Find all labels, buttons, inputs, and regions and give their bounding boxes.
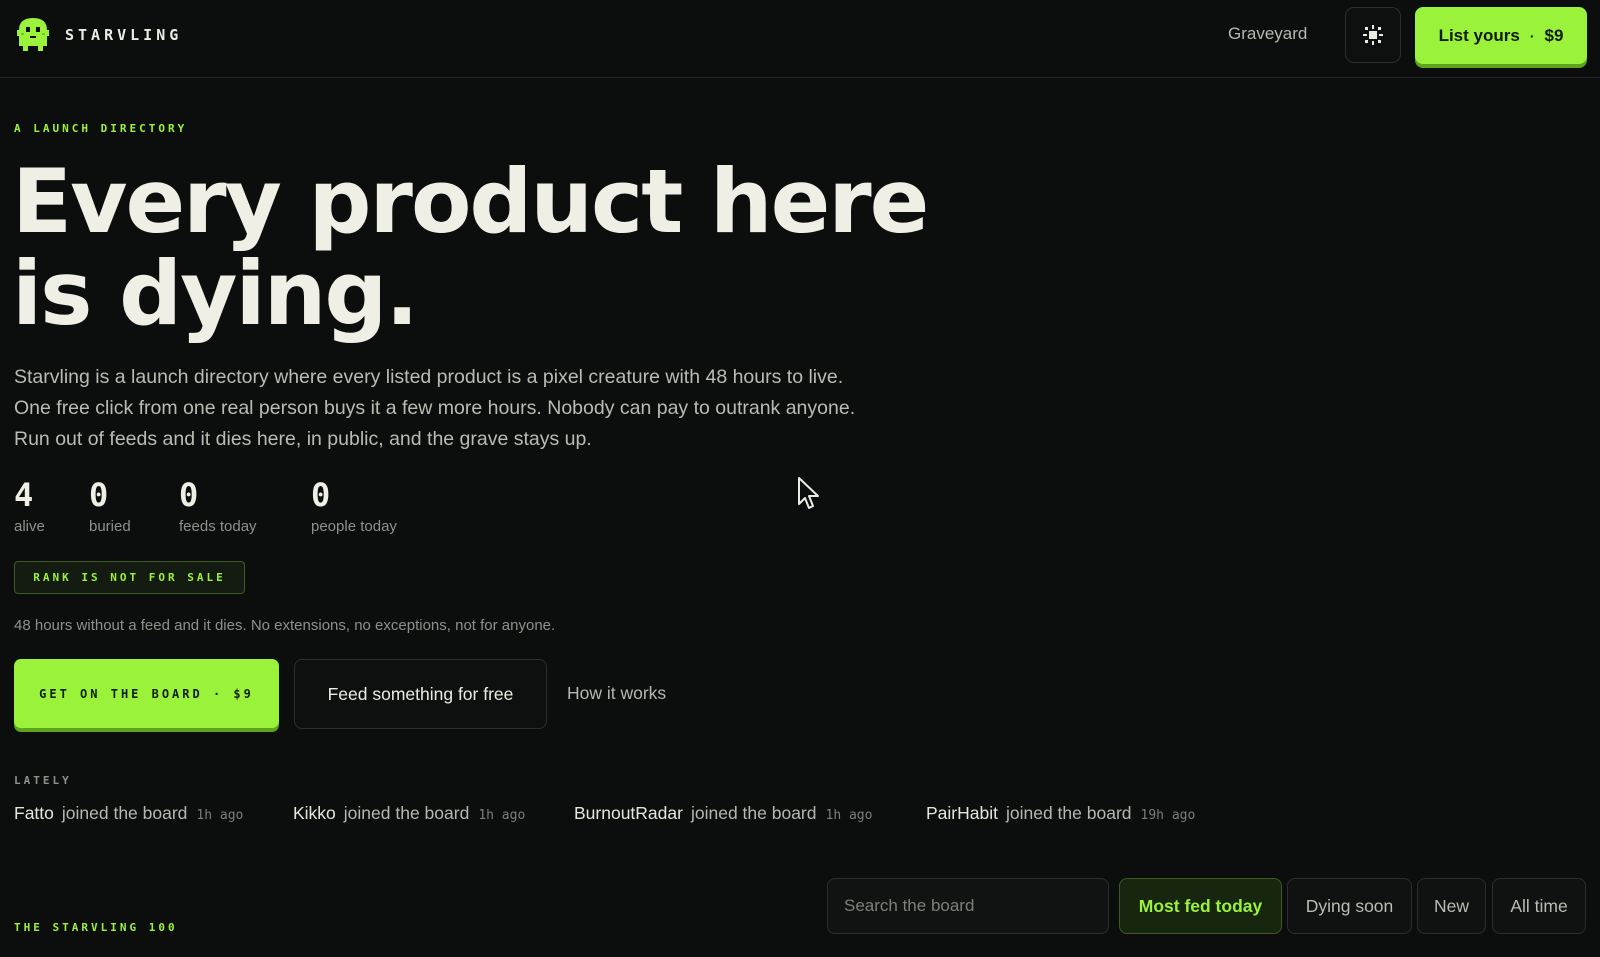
tab-all-time[interactable]: All time — [1492, 878, 1586, 934]
how-it-works-link[interactable]: How it works — [567, 683, 666, 704]
activity-time: 1h ago — [196, 808, 244, 823]
stat-alive: 4 alive — [14, 478, 45, 535]
logo-link[interactable]: STARVLING — [13, 16, 182, 54]
activity-verb: joined the board — [343, 803, 470, 823]
stat-value: 0 — [89, 476, 109, 514]
creature-logo-icon — [17, 18, 49, 51]
nav-link-graveyard[interactable]: Graveyard — [1228, 24, 1307, 44]
hero-intro: Starvling is a launch directory where ev… — [14, 366, 856, 450]
activity-item[interactable]: PairHabit joined the board 19h ago — [926, 803, 1195, 824]
mouse-cursor-icon — [798, 477, 819, 509]
activity-time: 1h ago — [825, 808, 873, 823]
activity-product-name: PairHabit — [926, 803, 998, 823]
tab-new[interactable]: New — [1417, 878, 1486, 934]
activity-product-name: Kikko — [293, 803, 336, 823]
top-nav-bar: STARVLING Graveyard List yours · $9 — [0, 0, 1600, 78]
hero-eyebrow: A LAUNCH DIRECTORY — [14, 122, 188, 135]
stat-label: alive — [14, 518, 45, 535]
activity-verb: joined the board — [61, 803, 188, 823]
list-yours-button[interactable]: List yours · $9 — [1415, 7, 1587, 64]
stat-value: 0 — [179, 476, 199, 514]
sun-icon — [1363, 25, 1383, 45]
feed-for-free-button[interactable]: Feed something for free — [294, 659, 547, 729]
activity-item[interactable]: Fatto joined the board 1h ago — [14, 803, 243, 824]
activity-time: 19h ago — [1140, 808, 1196, 823]
activity-time: 1h ago — [478, 808, 526, 823]
stat-people-today: 0 people today — [311, 478, 397, 535]
activity-product-name: Fatto — [14, 803, 54, 823]
board-heading: THE STARVLING 100 — [14, 921, 178, 934]
stat-label: buried — [89, 518, 131, 535]
stat-feeds-today: 0 feeds today — [179, 478, 257, 535]
tab-most-fed-today[interactable]: Most fed today — [1119, 878, 1282, 934]
get-on-board-button[interactable]: GET ON THE BOARD · $9 — [14, 659, 279, 728]
list-button-price: $9 — [1544, 25, 1564, 45]
rank-not-for-sale-badge: RANK IS NOT FOR SALE — [14, 561, 245, 594]
stat-label: feeds today — [179, 518, 257, 535]
activity-product-name: BurnoutRadar — [574, 803, 683, 823]
stat-buried: 0 buried — [89, 478, 131, 535]
board-search-input[interactable] — [827, 878, 1109, 934]
activity-verb: joined the board — [690, 803, 817, 823]
list-button-separator: · — [1529, 27, 1535, 44]
list-button-label: List yours — [1438, 25, 1520, 45]
theme-toggle-button[interactable] — [1345, 7, 1401, 63]
hero-headline: Every product here is dying. — [12, 150, 929, 345]
lately-heading: LATELY — [14, 774, 72, 787]
stat-label: people today — [311, 518, 397, 535]
stat-value: 4 — [14, 476, 34, 514]
tab-dying-soon[interactable]: Dying soon — [1287, 878, 1412, 934]
activity-item[interactable]: Kikko joined the board 1h ago — [293, 803, 525, 824]
activity-item[interactable]: BurnoutRadar joined the board 1h ago — [574, 803, 872, 824]
activity-verb: joined the board — [1005, 803, 1132, 823]
stat-value: 0 — [311, 476, 331, 514]
rule-text: 48 hours without a feed and it dies. No … — [14, 617, 556, 634]
brand-name: STARVLING — [65, 26, 183, 44]
